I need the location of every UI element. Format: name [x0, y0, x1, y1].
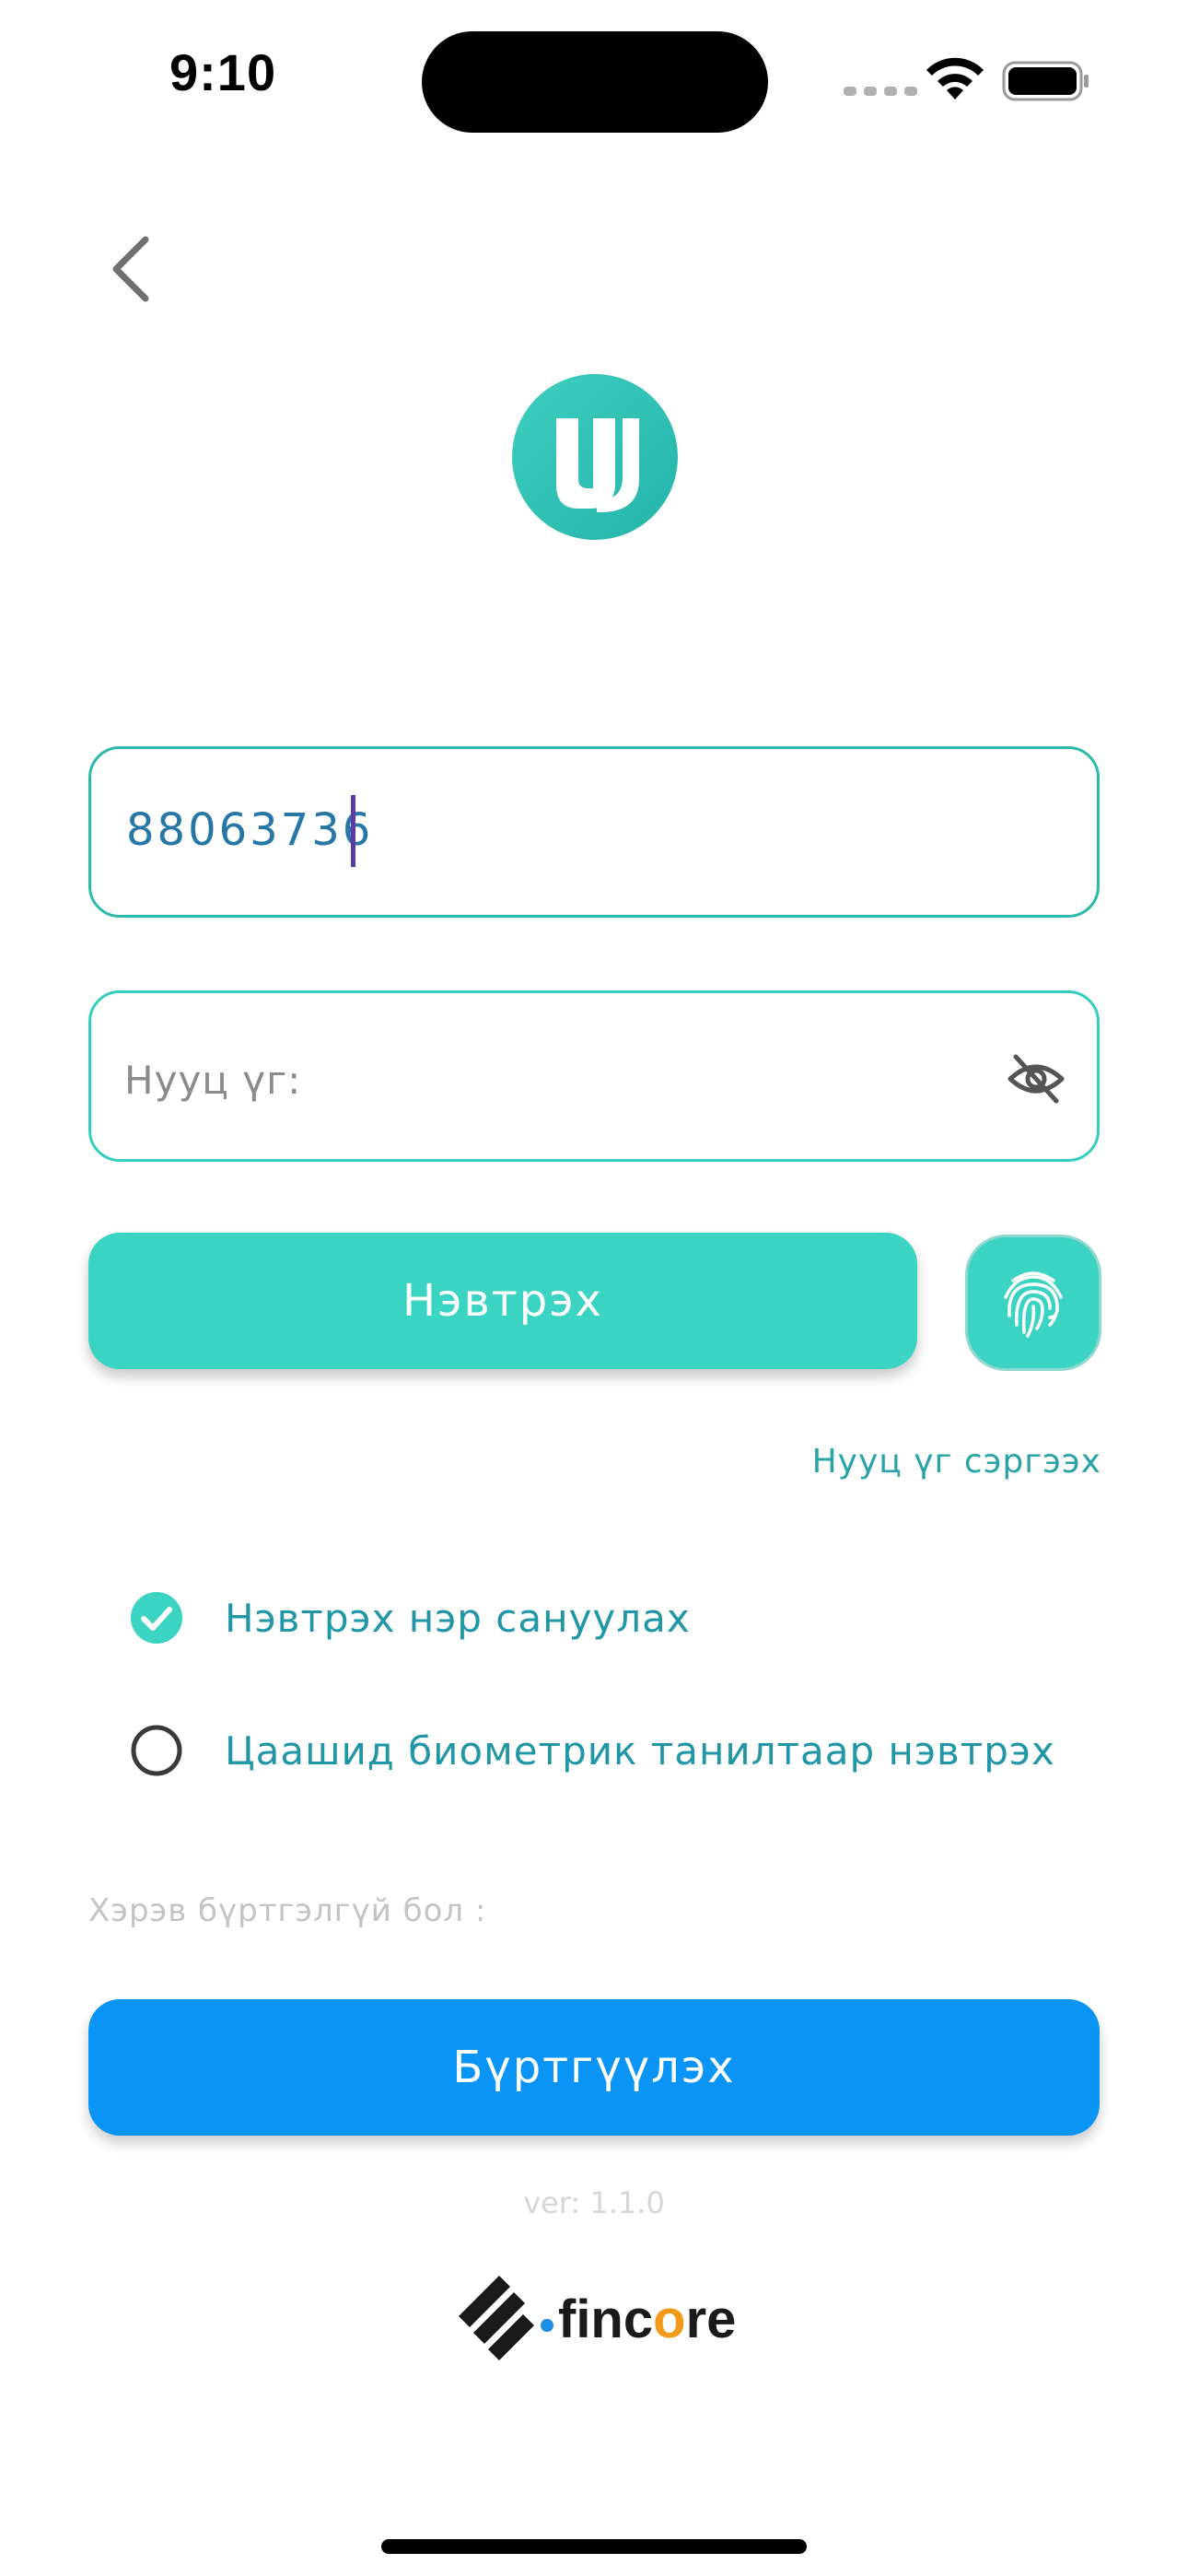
eye-off-icon[interactable]: [1007, 1049, 1066, 1108]
status-time: 9:10: [169, 43, 277, 101]
brand-text-o: o: [653, 2289, 686, 2349]
phone-input-value: 88063736: [126, 804, 374, 856]
remember-username-checkbox[interactable]: Нэвтрэх нэр сануулах: [129, 1590, 691, 1645]
login-button[interactable]: Нэвтрэх: [88, 1233, 917, 1369]
biometric-login-checkbox[interactable]: Цаашид биометрик танилтаар нэвтрэх: [129, 1723, 1055, 1778]
register-button-label: Бүртгүүлэх: [452, 2042, 736, 2093]
fincore-logo: fincore: [455, 2268, 740, 2370]
app-version: ver: 1.1.0: [523, 2185, 665, 2220]
phone-input[interactable]: 88063736: [88, 746, 1100, 918]
circle-icon: [131, 1725, 182, 1776]
cellular-signal-icon: [844, 87, 917, 96]
wifi-icon: [926, 57, 984, 100]
login-button-label: Нэвтрэх: [402, 1275, 603, 1327]
dynamic-island: [422, 31, 768, 133]
biometric-login-label: Цаашид биометрик танилтаар нэвтрэх: [225, 1727, 1055, 1774]
register-hint: Хэрэв бүртгэлгүй бол :: [88, 1892, 487, 1929]
register-button[interactable]: Бүртгүүлэх: [88, 1999, 1100, 2136]
password-placeholder: Нууц үг:: [124, 1058, 302, 1103]
text-caret: [351, 795, 355, 867]
battery-icon: [1002, 61, 1089, 101]
brand-text-prefix: finc: [558, 2289, 654, 2349]
password-input[interactable]: Нууц үг:: [88, 990, 1100, 1162]
forgot-password-link[interactable]: Нууц үг сэргээх: [812, 1443, 1101, 1481]
check-circle-icon: [131, 1592, 182, 1644]
remember-username-label: Нэвтрэх нэр сануулах: [225, 1595, 691, 1641]
fingerprint-button[interactable]: [965, 1235, 1101, 1371]
fingerprint-icon: [1004, 1271, 1063, 1338]
app-logo: [512, 374, 678, 540]
fincore-mark-icon: [459, 2276, 553, 2360]
brand-text-suffix: re: [685, 2289, 737, 2349]
chevron-left-icon: [112, 236, 149, 302]
home-indicator[interactable]: [381, 2539, 807, 2554]
back-button[interactable]: [103, 232, 162, 306]
